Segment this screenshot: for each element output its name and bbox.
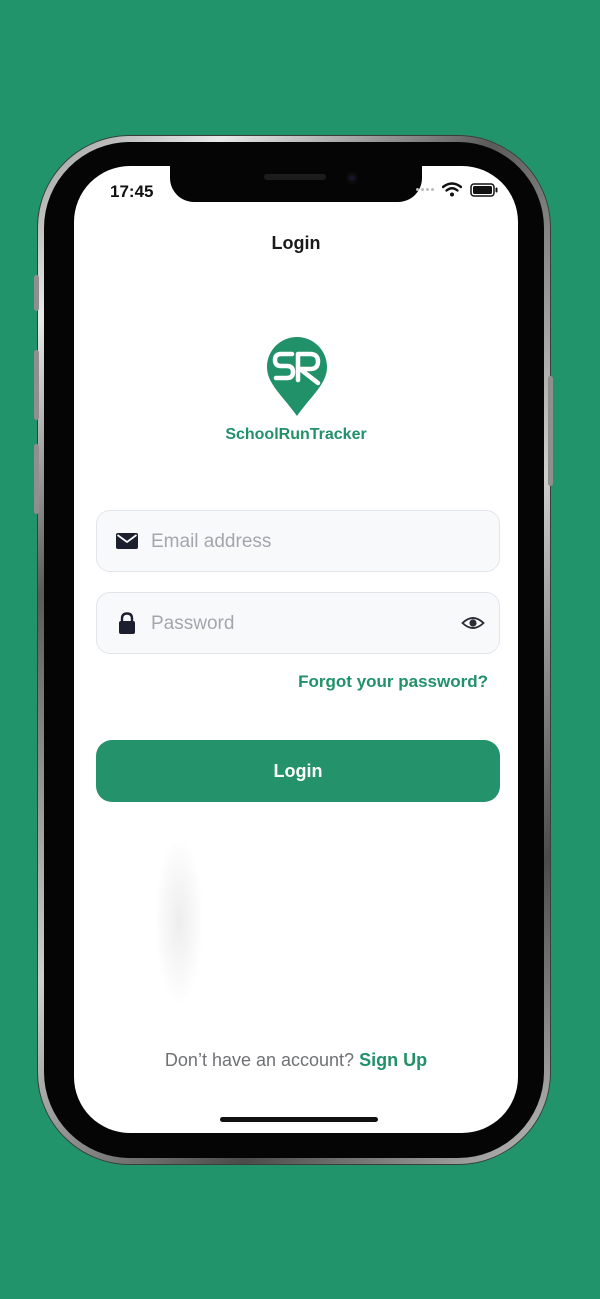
background-smudge: [154, 836, 204, 1006]
forgot-password-link[interactable]: Forgot your password?: [298, 672, 488, 692]
lock-icon: [119, 612, 135, 634]
status-time: 17:45: [110, 182, 154, 201]
wifi-icon: [442, 182, 462, 197]
battery-icon: [470, 182, 498, 197]
status-icons: [416, 182, 498, 197]
mute-switch: [34, 275, 39, 311]
power-button: [548, 376, 553, 486]
app-screen: 17:45 Login SchoolRunTracker Email addre…: [74, 166, 518, 1133]
password-input[interactable]: [149, 593, 453, 655]
signal-icon: [416, 188, 434, 191]
email-field[interactable]: [96, 510, 500, 573]
home-indicator[interactable]: [220, 1117, 378, 1122]
brand-name: SchoolRunTracker: [225, 426, 367, 443]
login-button[interactable]: Login: [96, 740, 500, 802]
notch: [170, 166, 422, 202]
eye-icon[interactable]: [461, 612, 485, 634]
email-input[interactable]: [149, 511, 453, 573]
app-logo: [267, 337, 327, 416]
speaker-grille: [264, 174, 326, 180]
volume-up-button: [34, 350, 39, 420]
sign-up-link[interactable]: Sign Up: [359, 1050, 427, 1070]
signup-prompt-text: Don’t have an account?: [164, 1050, 355, 1070]
signup-prompt: Don’t have an account? Sign Up: [74, 1050, 518, 1071]
page-title: Login: [271, 233, 321, 253]
envelope-icon: [116, 533, 138, 549]
password-field[interactable]: [96, 592, 500, 655]
volume-down-button: [34, 444, 39, 514]
front-camera: [346, 172, 358, 184]
